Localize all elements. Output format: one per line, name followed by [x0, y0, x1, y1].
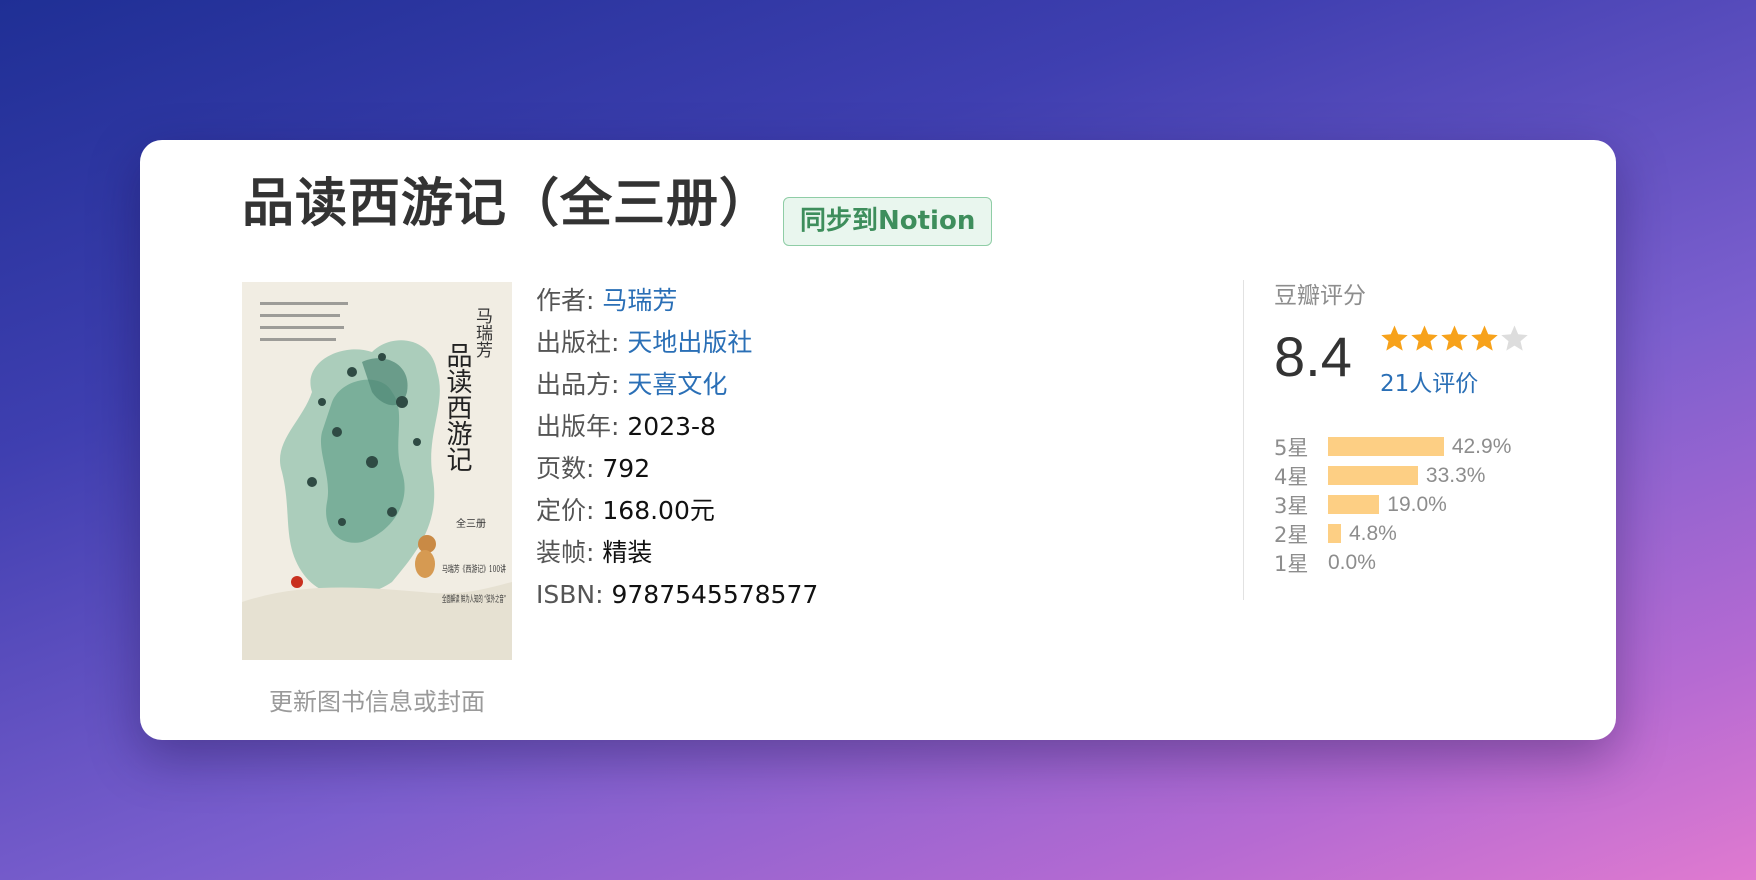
sync-notion-button[interactable]: 同步到Notion: [783, 197, 993, 246]
cover-subtitle: 全三册: [456, 517, 486, 530]
rating-title: 豆瓣评分: [1274, 283, 1366, 309]
cover-series: 马瑞芳《西游记》100讲: [442, 563, 506, 575]
info-row-author: 作者: 马瑞芳: [536, 286, 678, 315]
cover-title: 品读西游记: [442, 342, 472, 472]
book-cover: 品读西游记 马瑞芳 全三册 马瑞芳《西游记》100讲 全面解读 鲜为人知的 “弦…: [242, 282, 512, 660]
rating-dist-row: 2星 4.8%: [1274, 519, 1511, 548]
rating-distribution: 5星 42.9% 4星 33.3% 3星 19.0% 2星 4.8% 1星 0.0%: [1274, 432, 1511, 577]
rating-score: 8.4: [1274, 325, 1352, 388]
price-value: 168.00元: [602, 496, 715, 525]
divider: [1243, 280, 1244, 600]
book-info: 作者: 马瑞芳 出版社: 天地出版社 出品方: 天喜文化 出版年: 2023-8…: [536, 280, 818, 616]
rating-dist-row: 3星 19.0%: [1274, 490, 1511, 519]
rating-dist-row: 4星 33.3%: [1274, 461, 1511, 490]
rating-dist-row: 1星 0.0%: [1274, 548, 1511, 577]
info-row-publisher: 出版社: 天地出版社: [536, 328, 753, 357]
rating-dist-percent: 0.0%: [1328, 550, 1376, 574]
star-empty-icon: [1501, 325, 1528, 351]
book-title: 品读西游记（全三册）: [242, 174, 773, 234]
rating-dist-bar: [1328, 437, 1444, 456]
rating-dist-percent: 42.9%: [1451, 434, 1512, 458]
rating-stars: [1380, 324, 1529, 353]
info-row-price: 定价: 168.00元: [536, 496, 715, 525]
info-row-pages: 页数: 792: [536, 454, 651, 483]
star-filled-icon: [1471, 325, 1498, 351]
rating-dist-label: 4星: [1274, 464, 1309, 489]
pages-value: 792: [602, 454, 651, 483]
rating-dist-label: 1星: [1274, 551, 1309, 576]
douban-rating: 豆瓣评分 8.4 21人评价 5星 42.9% 4星 33.3% 3星 19.0% 2星 4.…: [1274, 276, 1574, 576]
rating-dist-percent: 33.3%: [1425, 463, 1486, 487]
star-filled-icon: [1441, 325, 1468, 351]
cover-author: 马瑞芳: [472, 307, 493, 359]
rating-dist-label: 3星: [1274, 493, 1309, 518]
info-row-producer: 出品方: 天喜文化: [536, 370, 728, 399]
rating-dist-bar: [1328, 524, 1341, 543]
rating-count-link[interactable]: 21人评价: [1380, 364, 1478, 398]
binding-value: 精装: [602, 538, 653, 567]
rating-dist-bar: [1328, 466, 1418, 485]
publisher-link[interactable]: 天地出版社: [627, 328, 752, 357]
update-book-info-link[interactable]: 更新图书信息或封面: [242, 682, 512, 717]
rating-dist-percent: 4.8%: [1348, 521, 1397, 545]
pubyear-value: 2023-8: [627, 412, 716, 441]
rating-dist-row: 5星 42.9%: [1274, 432, 1511, 461]
producer-link[interactable]: 天喜文化: [627, 370, 727, 399]
rating-dist-label: 5星: [1274, 435, 1309, 460]
info-row-isbn: ISBN: 9787545578577: [536, 580, 819, 609]
rating-dist-percent: 19.0%: [1387, 492, 1447, 516]
author-link[interactable]: 马瑞芳: [602, 286, 677, 315]
info-row-binding: 装帧: 精装: [536, 538, 653, 567]
rating-dist-label: 2星: [1274, 522, 1309, 547]
info-row-pubyear: 出版年: 2023-8: [536, 412, 716, 441]
isbn-value: 9787545578577: [611, 580, 819, 609]
star-filled-icon: [1411, 325, 1438, 351]
rating-dist-bar: [1328, 495, 1380, 514]
cover-tagline: 全面解读 鲜为人知的 “弦外之音”: [442, 593, 506, 605]
star-filled-icon: [1381, 325, 1408, 351]
book-card: 品读西游记（全三册） 同步到Notion 品读西游记 马瑞芳 全三册 马瑞芳《西…: [140, 140, 1616, 740]
